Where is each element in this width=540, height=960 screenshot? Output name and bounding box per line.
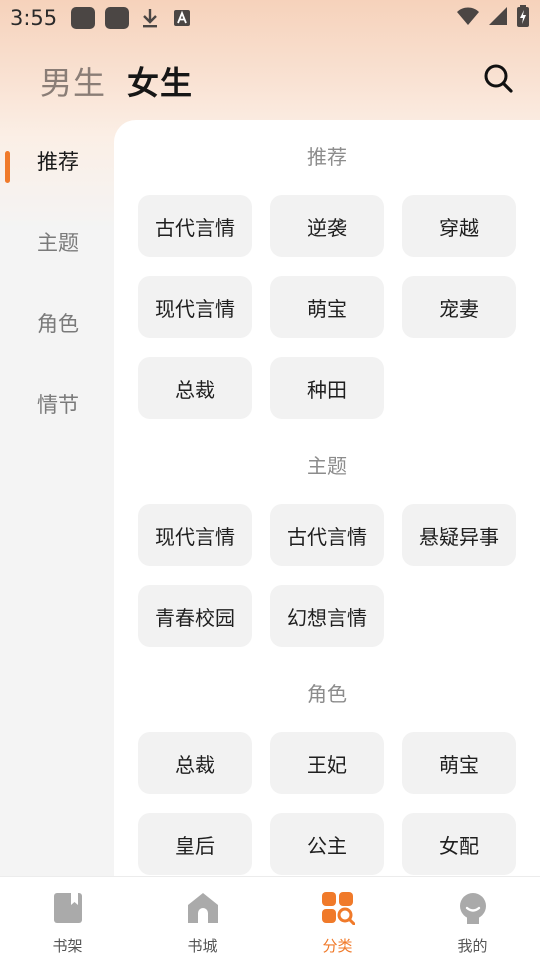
sidebar-item-plot[interactable]: 情节	[0, 374, 114, 434]
tag-chip[interactable]: 现代言情	[138, 504, 252, 566]
section-title-role: 角色	[307, 682, 347, 706]
tag-chip[interactable]: 王妃	[270, 732, 384, 794]
sidebar-item-label: 主题	[37, 231, 79, 255]
section-title-theme: 主题	[307, 454, 347, 478]
header: 男生 女生	[0, 52, 540, 108]
sidebar-item-label: 推荐	[37, 150, 79, 174]
nav-item-category[interactable]: 分类	[270, 877, 405, 960]
tag-chip[interactable]: 现代言情	[138, 276, 252, 338]
tag-chip[interactable]: 总裁	[138, 732, 252, 794]
notification-app-icon	[71, 7, 96, 29]
download-icon	[139, 7, 161, 29]
battery-icon	[516, 5, 530, 31]
search-button[interactable]	[482, 62, 514, 94]
notification-app-icon	[105, 7, 130, 29]
bottom-nav: 书架 书城 分类 我的	[0, 876, 540, 960]
category-sidebar: 推荐 主题 角色 情节	[0, 120, 114, 876]
status-time: 3:55	[10, 6, 58, 30]
sidebar-item-label: 角色	[37, 312, 79, 336]
tag-chip[interactable]: 古代言情	[138, 195, 252, 257]
sidebar-item-recommend[interactable]: 推荐	[0, 131, 114, 191]
bookshelf-icon	[51, 891, 85, 925]
profile-icon	[456, 891, 490, 925]
tab-male[interactable]: 男生	[40, 58, 106, 104]
tag-chip[interactable]: 萌宝	[270, 276, 384, 338]
nav-label: 我的	[457, 937, 488, 955]
tag-chip[interactable]: 种田	[270, 357, 384, 419]
category-icon	[321, 891, 355, 926]
wifi-icon	[456, 6, 480, 30]
tab-female[interactable]: 女生	[127, 58, 193, 104]
sidebar-item-role[interactable]: 角色	[0, 293, 114, 353]
nav-item-bookstore[interactable]: 书城	[135, 877, 270, 960]
sidebar-item-theme[interactable]: 主题	[0, 212, 114, 272]
search-icon	[484, 64, 513, 93]
sidebar-item-label: 情节	[37, 393, 79, 417]
tag-chip[interactable]: 宠妻	[402, 276, 516, 338]
nav-label: 书架	[52, 937, 83, 955]
tag-chip[interactable]: 女配	[402, 813, 516, 875]
signal-icon	[488, 6, 508, 30]
tag-chip[interactable]: 穿越	[402, 195, 516, 257]
tag-chip[interactable]: 青春校园	[138, 585, 252, 647]
section-title-recommend: 推荐	[307, 145, 347, 169]
tag-chip[interactable]: 公主	[270, 813, 384, 875]
status-bar: 3:55	[0, 0, 540, 36]
category-content: 推荐 古代言情 逆袭 穿越 现代言情 萌宝 宠妻 总裁 种田 主题 现代言情 古…	[114, 120, 540, 876]
nav-item-profile[interactable]: 我的	[405, 877, 540, 960]
tag-chip[interactable]: 萌宝	[402, 732, 516, 794]
bookstore-icon	[186, 891, 220, 925]
tag-chip[interactable]: 幻想言情	[270, 585, 384, 647]
tag-chip[interactable]: 总裁	[138, 357, 252, 419]
tag-chip[interactable]: 逆袭	[270, 195, 384, 257]
tag-chip[interactable]: 古代言情	[270, 504, 384, 566]
tag-chip[interactable]: 皇后	[138, 813, 252, 875]
font-icon	[171, 7, 193, 29]
tag-chip[interactable]: 悬疑异事	[402, 504, 516, 566]
nav-label: 书城	[187, 937, 218, 955]
nav-item-bookshelf[interactable]: 书架	[0, 877, 135, 960]
active-indicator	[5, 151, 10, 183]
nav-label: 分类	[322, 937, 353, 955]
